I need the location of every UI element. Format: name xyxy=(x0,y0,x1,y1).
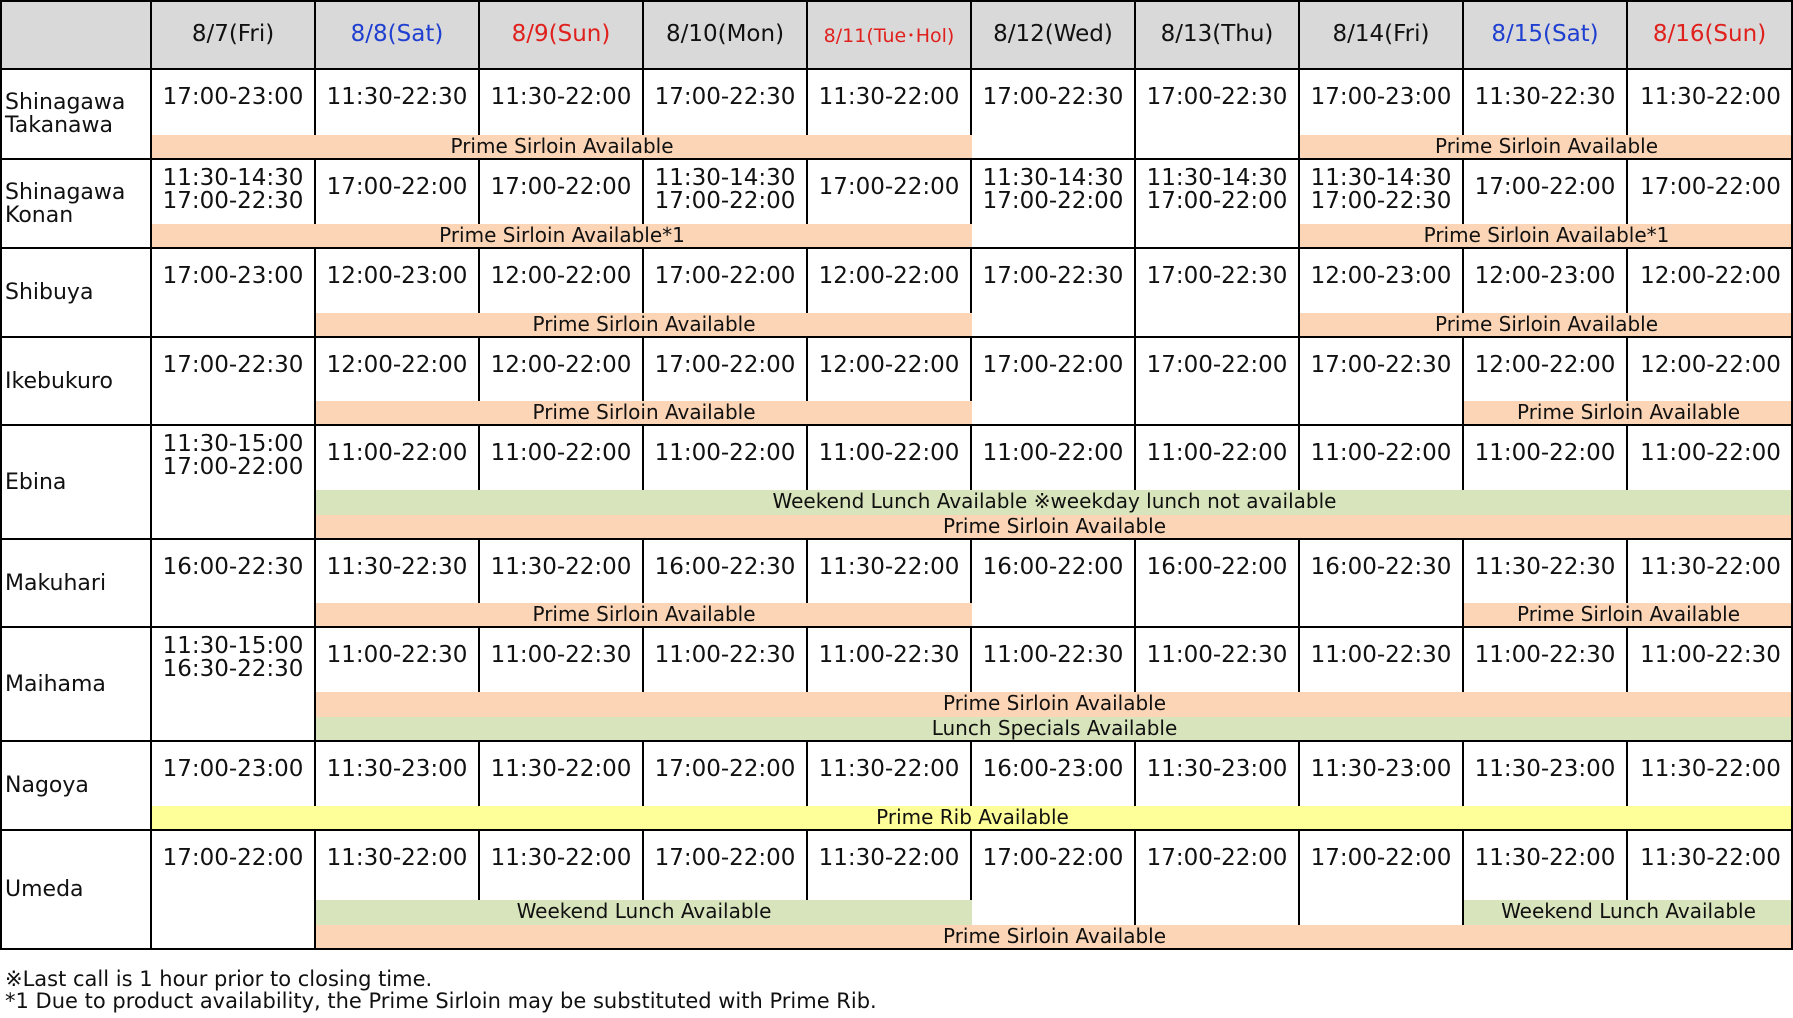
hours-cell: 16:00-22:30 xyxy=(1300,540,1464,628)
availability-band: Prime Sirloin Available xyxy=(316,925,1793,950)
header-corner xyxy=(0,0,152,70)
hours-cell: 16:00-22:30 xyxy=(152,540,316,628)
location-name: Shinagawa Konan xyxy=(0,160,152,249)
hours-cell: 16:00-22:00 xyxy=(1136,540,1300,628)
hours-cell: 17:00-22:00 xyxy=(152,831,316,950)
availability-band: Prime Sirloin Available xyxy=(316,401,972,426)
availability-band: Prime Sirloin Available xyxy=(316,313,972,338)
location-name: Maihama xyxy=(0,628,152,742)
hours-cell: 17:00-23:00 xyxy=(152,249,316,338)
hours-cell: 17:00-22:30 xyxy=(152,338,316,426)
location-name: Umeda xyxy=(0,831,152,950)
hours-cell: 17:00-22:30 xyxy=(1136,70,1300,160)
hours-cell: 11:30-14:30 17:00-22:00 xyxy=(972,160,1136,249)
availability-band: Prime Sirloin Available xyxy=(316,515,1793,540)
column-header: 8/7(Fri) xyxy=(152,0,316,70)
location-name: Shinagawa Takanawa xyxy=(0,70,152,160)
location-name: Nagoya xyxy=(0,742,152,831)
substitution-note: *1 Due to product availability, the Prim… xyxy=(5,989,877,1013)
column-header: 8/15(Sat) xyxy=(1464,0,1628,70)
column-header: 8/13(Thu) xyxy=(1136,0,1300,70)
availability-band: Lunch Specials Available xyxy=(316,717,1793,742)
availability-band: Prime Sirloin Available xyxy=(1464,603,1793,628)
hours-cell: 17:00-22:30 xyxy=(1136,249,1300,338)
hours-cell: 11:30-14:30 17:00-22:00 xyxy=(1136,160,1300,249)
location-name: Ikebukuro xyxy=(0,338,152,426)
row-divider xyxy=(0,948,1793,950)
hours-cell: 17:00-22:30 xyxy=(972,249,1136,338)
column-header: 8/14(Fri) xyxy=(1300,0,1464,70)
location-name: Ebina xyxy=(0,426,152,540)
availability-band: Prime Sirloin Available xyxy=(152,135,972,160)
header-divider xyxy=(0,68,1793,70)
availability-band: Prime Rib Available xyxy=(152,806,1793,831)
column-header: 8/12(Wed) xyxy=(972,0,1136,70)
availability-band: Prime Sirloin Available xyxy=(1464,401,1793,426)
location-name: Shibuya xyxy=(0,249,152,338)
location-name: Makuhari xyxy=(0,540,152,628)
schedule-table: 8/7(Fri) 8/8(Sat) 8/9(Sun) 8/10(Mon) 8/11(Tu… xyxy=(0,0,1793,950)
availability-band: Prime Sirloin Available xyxy=(1300,135,1793,160)
footnotes: ※Last call is 1 hour prior to closing ti… xyxy=(5,968,877,1012)
availability-band: Weekend Lunch Available xyxy=(316,900,972,925)
hours-cell: 11:30-15:00 16:30-22:30 xyxy=(152,628,316,742)
column-header: 8/16(Sun) xyxy=(1628,0,1793,70)
column-header: 8/10(Mon) xyxy=(644,0,808,70)
hours-cell: 11:30-15:00 17:00-22:00 xyxy=(152,426,316,540)
hours-cell: 16:00-22:00 xyxy=(972,540,1136,628)
availability-band: Prime Sirloin Available*1 xyxy=(152,224,972,249)
column-header: 8/11(Tue･Hol) xyxy=(808,0,972,70)
hours-cell: 17:00-22:00 xyxy=(972,338,1136,426)
hours-cell: 17:00-22:30 xyxy=(1300,338,1464,426)
availability-band: Weekend Lunch Available ※weekday lunch n… xyxy=(316,490,1793,515)
column-header: 8/9(Sun) xyxy=(480,0,644,70)
hours-cell: 17:00-22:30 xyxy=(972,70,1136,160)
availability-band: Prime Sirloin Available xyxy=(316,603,972,628)
availability-band: Prime Sirloin Available*1 xyxy=(1300,224,1793,249)
availability-band: Prime Sirloin Available xyxy=(1300,313,1793,338)
hours-cell: 17:00-22:00 xyxy=(1136,338,1300,426)
column-header: 8/8(Sat) xyxy=(316,0,480,70)
availability-band: Weekend Lunch Available xyxy=(1464,900,1793,925)
last-call-note: ※Last call is 1 hour prior to closing ti… xyxy=(5,967,433,991)
availability-band: Prime Sirloin Available xyxy=(316,692,1793,717)
